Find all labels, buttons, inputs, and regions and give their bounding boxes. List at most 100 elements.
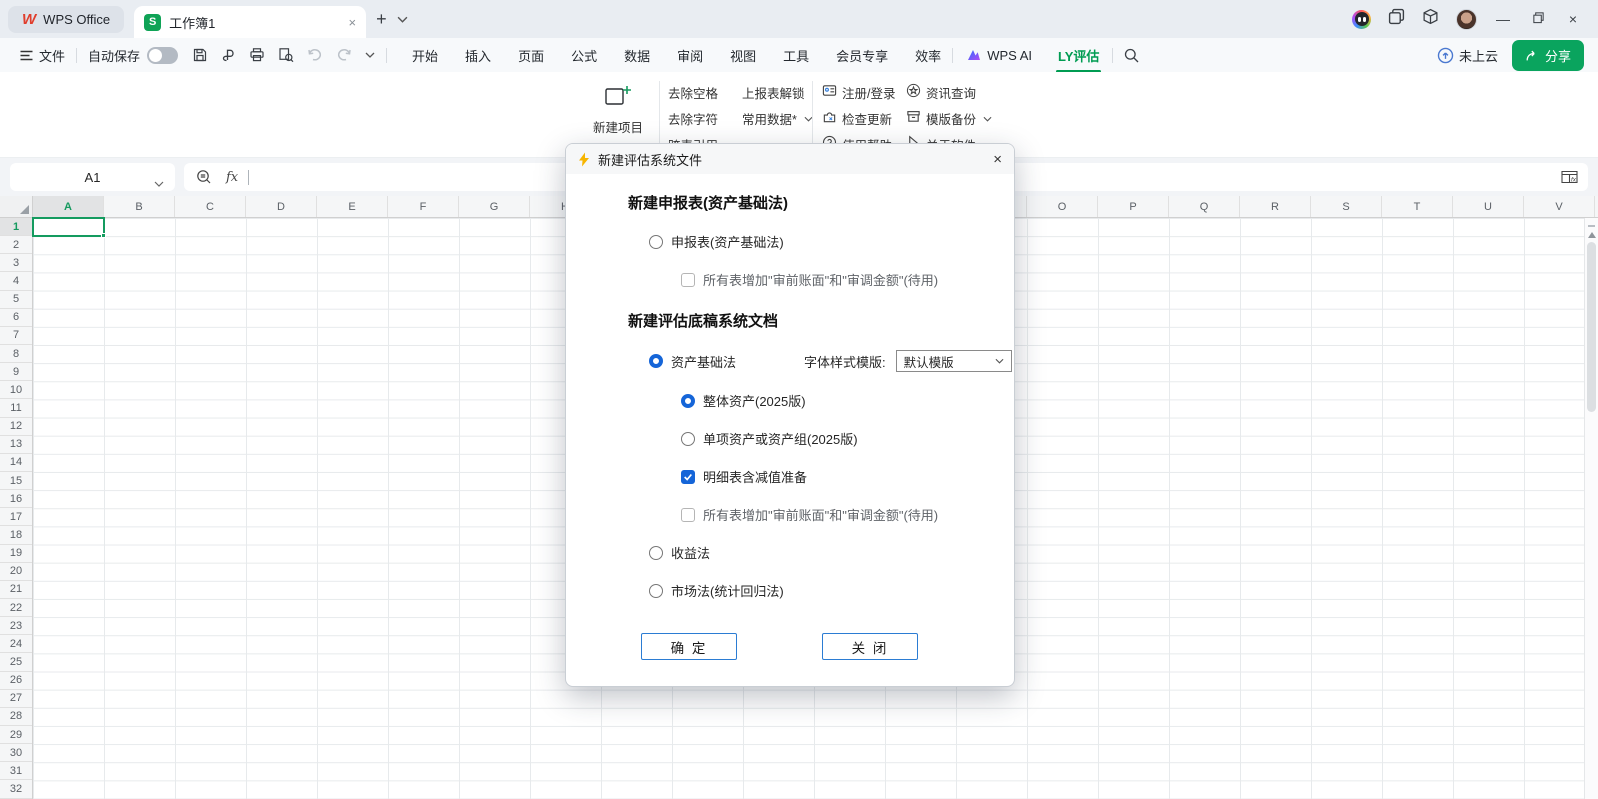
row-header-7[interactable]: 7 xyxy=(0,327,32,345)
radio-unchecked-icon[interactable] xyxy=(649,235,663,249)
menu-tab-9[interactable]: 会员专享 xyxy=(836,46,888,65)
row-header-13[interactable]: 13 xyxy=(0,436,32,454)
ribbon-button[interactable]: 资讯查询 xyxy=(906,83,992,101)
row-header-4[interactable]: 4 xyxy=(0,272,32,290)
tab-list-chevron-icon[interactable] xyxy=(397,16,408,23)
name-box-chevron-icon[interactable] xyxy=(154,175,164,190)
column-header-S[interactable]: S xyxy=(1311,196,1382,217)
radio-option[interactable]: 单项资产或资产组(2025版) xyxy=(681,429,1014,448)
file-menu-button[interactable]: 文件 xyxy=(20,46,65,65)
radio-unchecked-icon[interactable] xyxy=(681,432,695,446)
ribbon-button[interactable]: 注册/登录 xyxy=(822,83,895,101)
font-template-select[interactable]: 默认模版 xyxy=(896,350,1012,372)
radio-checked-icon[interactable] xyxy=(681,394,695,408)
print-preview-icon[interactable] xyxy=(278,47,294,63)
tab-close-icon[interactable]: × xyxy=(349,15,357,30)
row-header-6[interactable]: 6 xyxy=(0,309,32,327)
export-pdf-icon[interactable] xyxy=(221,47,236,63)
menu-tab-3[interactable]: 页面 xyxy=(518,46,544,65)
checkbox-unchecked-icon[interactable] xyxy=(681,508,695,522)
ribbon-button[interactable]: 上报表解锁 xyxy=(742,83,813,101)
column-header-E[interactable]: E xyxy=(317,196,388,217)
close-button[interactable]: × xyxy=(1564,11,1582,27)
scrollbar-thumb[interactable] xyxy=(1587,242,1596,412)
app-center-cube-icon[interactable] xyxy=(1422,8,1439,30)
fill-handle[interactable] xyxy=(101,233,106,238)
scrollbar-split-handle[interactable] xyxy=(1588,225,1595,227)
row-header-31[interactable]: 31 xyxy=(0,762,32,780)
selected-cell-a1[interactable] xyxy=(32,217,105,237)
restore-button[interactable] xyxy=(1529,11,1547,27)
formula-search-icon[interactable] xyxy=(196,169,212,185)
row-header-27[interactable]: 27 xyxy=(0,690,32,708)
row-header-30[interactable]: 30 xyxy=(0,744,32,762)
checkbox-checked-icon[interactable] xyxy=(681,470,695,484)
checkbox-option[interactable]: 明细表含减值准备 xyxy=(681,467,1014,486)
ribbon-button[interactable]: 去除字符 xyxy=(668,109,718,127)
share-button[interactable]: 分享 xyxy=(1512,40,1584,71)
radio-option[interactable]: 收益法 xyxy=(649,543,1014,562)
menu-tab-2[interactable]: 插入 xyxy=(465,46,491,65)
column-header-A[interactable]: A xyxy=(33,196,104,217)
column-header-R[interactable]: R xyxy=(1240,196,1311,217)
row-header-15[interactable]: 15 xyxy=(0,472,32,490)
new-project-button[interactable]: 新建项目 xyxy=(586,83,650,136)
row-header-23[interactable]: 23 xyxy=(0,617,32,635)
row-header-29[interactable]: 29 xyxy=(0,726,32,744)
row-header-1[interactable]: 1 xyxy=(0,218,32,236)
menu-tab-1[interactable]: 开始 xyxy=(412,46,438,65)
scroll-up-arrow-icon[interactable] xyxy=(1588,232,1596,238)
row-header-9[interactable]: 9 xyxy=(0,363,32,381)
column-header-C[interactable]: C xyxy=(175,196,246,217)
column-header-P[interactable]: P xyxy=(1098,196,1169,217)
menu-tab-10[interactable]: 效率 xyxy=(915,46,941,65)
checkbox-option[interactable]: 所有表增加"审前账面"和"审调金额"(待用) xyxy=(681,505,1014,524)
insert-function-table-icon[interactable]: fx xyxy=(1560,169,1579,190)
dropdown-chevron-icon[interactable] xyxy=(981,111,992,125)
document-tab[interactable]: S 工作簿1 × xyxy=(134,6,366,38)
quick-access-chevron-icon[interactable] xyxy=(365,52,375,58)
fx-icon[interactable]: fx xyxy=(226,170,238,185)
menu-tab-8[interactable]: 工具 xyxy=(783,46,809,65)
dialog-close-button[interactable]: 关 闭 xyxy=(822,633,918,660)
column-header-B[interactable]: B xyxy=(104,196,175,217)
radio-option[interactable]: 市场法(统计回归法) xyxy=(649,581,1014,600)
column-header-G[interactable]: G xyxy=(459,196,530,217)
row-header-3[interactable]: 3 xyxy=(0,254,32,272)
column-header-V[interactable]: V xyxy=(1524,196,1595,217)
row-header-16[interactable]: 16 xyxy=(0,490,32,508)
row-header-8[interactable]: 8 xyxy=(0,345,32,363)
radio-checked-icon[interactable] xyxy=(649,354,663,368)
name-box[interactable]: A1 xyxy=(10,163,175,191)
checkbox-unchecked-icon[interactable] xyxy=(681,273,695,287)
row-header-5[interactable]: 5 xyxy=(0,291,32,309)
print-icon[interactable] xyxy=(249,47,265,63)
app-home-button[interactable]: W WPS Office xyxy=(8,6,124,33)
radio-option[interactable]: 申报表(资产基础法) xyxy=(649,232,1014,251)
row-header-17[interactable]: 17 xyxy=(0,508,32,526)
radio-unchecked-icon[interactable] xyxy=(649,584,663,598)
menu-tab-ly-pinggu[interactable]: LY评估 xyxy=(1056,38,1101,73)
radio-option[interactable]: 整体资产(2025版) xyxy=(681,391,1014,410)
column-header-O[interactable]: O xyxy=(1027,196,1098,217)
radio-option[interactable]: 资产基础法字体样式模版:默认模版 xyxy=(649,350,1014,372)
confirm-button[interactable]: 确 定 xyxy=(641,633,737,660)
row-header-19[interactable]: 19 xyxy=(0,545,32,563)
dialog-close-icon[interactable]: × xyxy=(993,151,1002,168)
ribbon-button[interactable]: 去除空格 xyxy=(668,83,718,101)
menu-tab-6[interactable]: 审阅 xyxy=(677,46,703,65)
menu-tab-7[interactable]: 视图 xyxy=(730,46,756,65)
row-header-22[interactable]: 22 xyxy=(0,599,32,617)
checkbox-option[interactable]: 所有表增加"审前账面"和"审调金额"(待用) xyxy=(681,270,1014,289)
ai-assistant-icon[interactable] xyxy=(1352,10,1371,29)
row-header-2[interactable]: 2 xyxy=(0,236,32,254)
minimize-button[interactable]: — xyxy=(1494,11,1512,27)
row-header-12[interactable]: 12 xyxy=(0,418,32,436)
ribbon-button[interactable]: 检查更新 xyxy=(822,109,895,127)
row-header-18[interactable]: 18 xyxy=(0,526,32,544)
column-header-U[interactable]: U xyxy=(1453,196,1524,217)
save-icon[interactable] xyxy=(192,47,208,63)
row-header-10[interactable]: 10 xyxy=(0,381,32,399)
cloud-status[interactable]: 未上云 xyxy=(1437,46,1498,65)
column-header-D[interactable]: D xyxy=(246,196,317,217)
